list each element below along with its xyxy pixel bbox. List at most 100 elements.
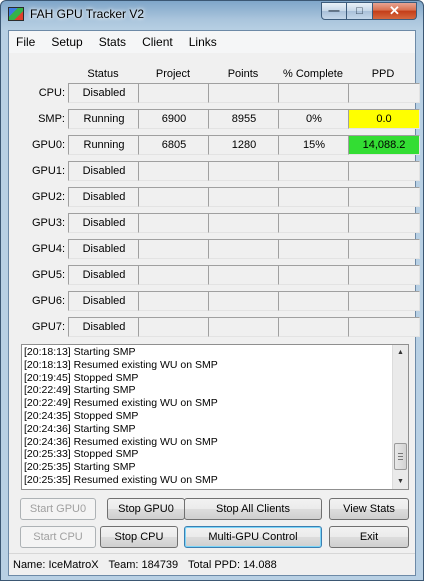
- gpu5-points-cell: [208, 265, 280, 285]
- event-log[interactable]: [20:18:13] Starting SMP [20:18:13] Resume…: [21, 344, 409, 490]
- start-cpu-button[interactable]: Start CPU: [20, 526, 96, 548]
- stop-cpu-button[interactable]: Stop CPU: [100, 526, 178, 548]
- gpu7-points-cell: [208, 317, 280, 337]
- gpu4-status-cell: Disabled: [68, 239, 140, 259]
- stop-all-clients-button[interactable]: Stop All Clients: [184, 498, 322, 520]
- row-label-cpu: CPU:: [38, 87, 65, 99]
- maximize-button[interactable]: □: [347, 2, 373, 20]
- smp-points-cell: 8955: [208, 109, 280, 129]
- gpu2-project-cell: [138, 187, 210, 207]
- gpu7-ppd-cell: [348, 317, 420, 337]
- header-complete: % Complete: [283, 68, 343, 80]
- gpu1-ppd-cell: [348, 161, 420, 181]
- gpu2-points-cell: [208, 187, 280, 207]
- status-user-name: Name: IceMatroX: [13, 559, 99, 571]
- gpu6-ppd-cell: [348, 291, 420, 311]
- view-stats-button[interactable]: View Stats: [329, 498, 409, 520]
- cpu-points-cell: [208, 83, 280, 103]
- scroll-up-arrow-icon[interactable]: ▲: [393, 345, 408, 360]
- scroll-thumb[interactable]: [394, 443, 407, 470]
- gpu7-status-cell: Disabled: [68, 317, 140, 337]
- log-line: [20:24:35] Stopped SMP: [24, 409, 139, 422]
- gpu4-points-cell: [208, 239, 280, 259]
- gpu3-points-cell: [208, 213, 280, 233]
- menu-client[interactable]: Client: [134, 31, 181, 53]
- gpu3-ppd-cell: [348, 213, 420, 233]
- gpu6-status-cell: Disabled: [68, 291, 140, 311]
- caption-buttons: — □ ✕: [321, 2, 417, 21]
- row-label-gpu7: GPU7:: [31, 321, 65, 333]
- gpu0-points-cell: 1280: [208, 135, 280, 155]
- menu-stats[interactable]: Stats: [91, 31, 134, 53]
- close-button[interactable]: ✕: [373, 2, 417, 20]
- log-scrollbar[interactable]: ▲ ▼: [392, 345, 408, 489]
- row-label-smp: SMP:: [38, 113, 65, 125]
- cpu-ppd-cell: [348, 83, 420, 103]
- gpu7-complete-cell: [278, 317, 350, 337]
- client-area: File Setup Stats Client Links Status Proj…: [8, 30, 420, 576]
- gpu1-points-cell: [208, 161, 280, 181]
- window-title: FAH GPU Tracker V2: [30, 7, 145, 21]
- row-label-gpu6: GPU6:: [31, 295, 65, 307]
- row-label-gpu1: GPU1:: [31, 165, 65, 177]
- scroll-down-arrow-icon[interactable]: ▼: [393, 474, 408, 489]
- gpu0-ppd-cell: 14,088.2: [348, 135, 420, 155]
- row-label-gpu3: GPU3:: [31, 217, 65, 229]
- gpu4-ppd-cell: [348, 239, 420, 259]
- log-line: [20:22:49] Starting SMP: [24, 384, 136, 397]
- gpu4-project-cell: [138, 239, 210, 259]
- minimize-button[interactable]: —: [321, 2, 347, 20]
- cpu-complete-cell: [278, 83, 350, 103]
- gpu1-project-cell: [138, 161, 210, 181]
- start-gpu0-button[interactable]: Start GPU0: [20, 498, 96, 520]
- log-line: [20:24:36] Resumed existing WU on SMP: [24, 435, 218, 448]
- log-line: [20:24:36] Starting SMP: [24, 422, 136, 435]
- gpu2-complete-cell: [278, 187, 350, 207]
- row-label-gpu2: GPU2:: [31, 191, 65, 203]
- app-window: FAH GPU Tracker V2 — □ ✕ File Setup Stat…: [0, 0, 424, 581]
- menu-setup[interactable]: Setup: [43, 31, 90, 53]
- cpu-status-cell: Disabled: [68, 83, 140, 103]
- gpu5-project-cell: [138, 265, 210, 285]
- title-bar[interactable]: FAH GPU Tracker V2 — □ ✕: [1, 1, 423, 29]
- menu-links[interactable]: Links: [181, 31, 225, 53]
- log-line: [20:22:49] Resumed existing WU on SMP: [24, 397, 218, 410]
- row-label-gpu5: GPU5:: [31, 269, 65, 281]
- gpu0-status-cell: Running: [68, 135, 140, 155]
- gpu5-ppd-cell: [348, 265, 420, 285]
- gpu6-project-cell: [138, 291, 210, 311]
- smp-project-cell: 6900: [138, 109, 210, 129]
- row-label-gpu4: GPU4:: [31, 243, 65, 255]
- gpu0-complete-cell: 15%: [278, 135, 350, 155]
- smp-ppd-cell: 0.0: [348, 109, 420, 129]
- stop-gpu0-button[interactable]: Stop GPU0: [107, 498, 185, 520]
- gpu1-status-cell: Disabled: [68, 161, 140, 181]
- gpu2-status-cell: Disabled: [68, 187, 140, 207]
- gpu6-points-cell: [208, 291, 280, 311]
- log-line: [20:18:13] Resumed existing WU on SMP: [24, 358, 218, 371]
- gpu1-complete-cell: [278, 161, 350, 181]
- gpu5-status-cell: Disabled: [68, 265, 140, 285]
- log-line: [20:25:35] Starting SMP: [24, 461, 136, 474]
- smp-status-cell: Running: [68, 109, 140, 129]
- cpu-project-cell: [138, 83, 210, 103]
- gpu0-project-cell: 6805: [138, 135, 210, 155]
- menu-file[interactable]: File: [9, 31, 43, 53]
- gpu3-project-cell: [138, 213, 210, 233]
- menu-bar: File Setup Stats Client Links: [9, 31, 415, 53]
- app-logo-icon: [8, 7, 24, 21]
- log-line: [20:25:35] Resumed existing WU on SMP: [24, 473, 218, 486]
- gpu4-complete-cell: [278, 239, 350, 259]
- row-label-gpu0: GPU0:: [31, 139, 65, 151]
- log-line: [20:19:45] Stopped SMP: [24, 371, 139, 384]
- status-bar: Name: IceMatroX Team: 184739 Total PPD: …: [9, 553, 415, 575]
- exit-button[interactable]: Exit: [329, 526, 409, 548]
- smp-complete-cell: 0%: [278, 109, 350, 129]
- status-team: Team: 184739: [108, 559, 179, 571]
- gpu5-complete-cell: [278, 265, 350, 285]
- log-line: [20:25:33] Stopped SMP: [24, 448, 139, 461]
- status-total-ppd: Total PPD: 14.088: [188, 559, 277, 571]
- gpu7-project-cell: [138, 317, 210, 337]
- header-points: Points: [227, 68, 259, 80]
- multi-gpu-control-button[interactable]: Multi-GPU Control: [184, 526, 322, 548]
